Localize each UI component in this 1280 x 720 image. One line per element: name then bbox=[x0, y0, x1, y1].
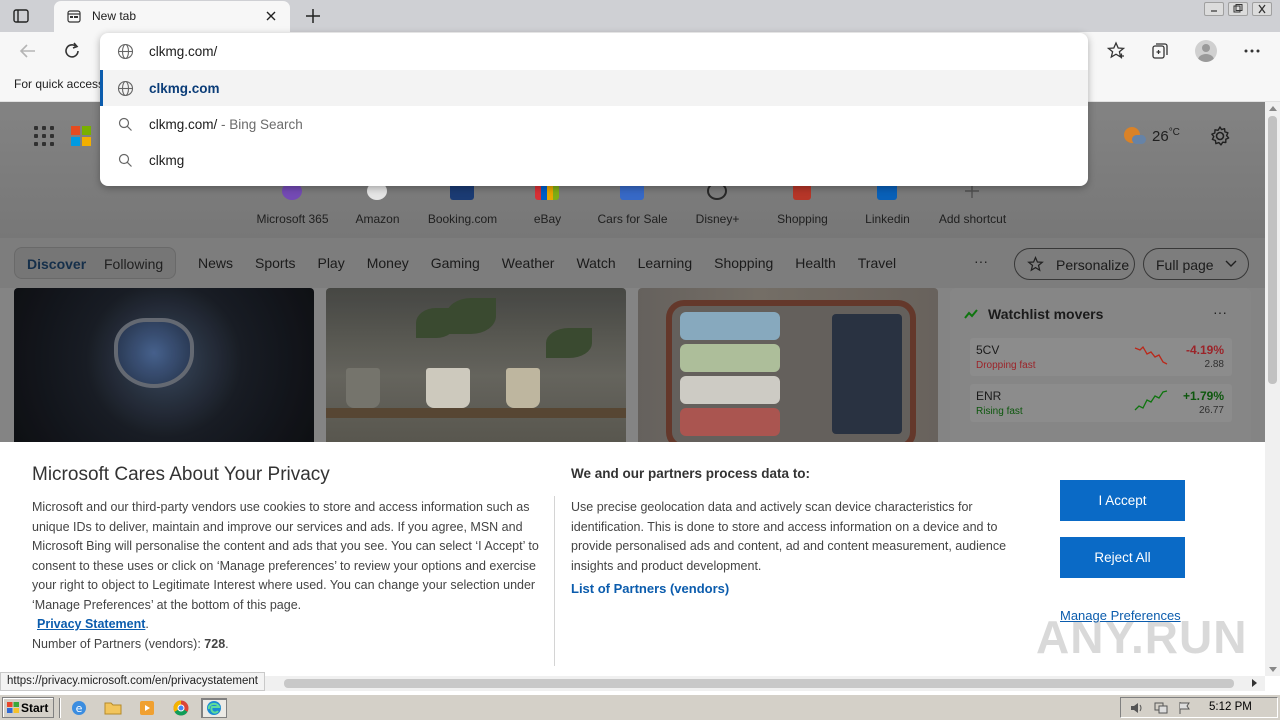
scroll-right-arrow-icon[interactable] bbox=[1252, 679, 1257, 687]
scroll-down-arrow-icon[interactable] bbox=[1269, 667, 1277, 672]
manage-preferences-link[interactable]: Manage Preferences bbox=[1060, 608, 1181, 623]
suggestion-text: clkmg.com bbox=[149, 81, 220, 96]
tab-title: New tab bbox=[92, 9, 137, 23]
network-icon[interactable] bbox=[1153, 701, 1169, 715]
partners-list-link[interactable]: List of Partners (vendors) bbox=[571, 581, 729, 596]
privacy-body: Microsoft and our third-party vendors us… bbox=[32, 498, 542, 654]
favorites-star-icon[interactable] bbox=[1106, 41, 1126, 61]
svg-text:e: e bbox=[76, 702, 83, 715]
restore-icon bbox=[1233, 4, 1243, 13]
back-arrow-icon[interactable] bbox=[18, 41, 38, 61]
status-bar-url: https://privacy.microsoft.com/en/privacy… bbox=[0, 672, 265, 691]
search-icon bbox=[118, 117, 132, 131]
collections-icon[interactable] bbox=[1150, 41, 1170, 61]
vertical-scrollbar[interactable] bbox=[1265, 102, 1280, 676]
suggestion-text: clkmg.com/ - Bing Search bbox=[149, 117, 303, 132]
volume-icon[interactable] bbox=[1129, 701, 1145, 715]
globe-icon bbox=[117, 43, 134, 60]
edge-icon[interactable] bbox=[201, 698, 227, 718]
suggestion-text: clkmg bbox=[149, 153, 185, 168]
horizontal-scroll-thumb[interactable] bbox=[284, 679, 1234, 688]
tab-new-tab[interactable]: New tab bbox=[54, 1, 290, 32]
restore-button[interactable] bbox=[1228, 2, 1248, 16]
start-button[interactable]: Start bbox=[2, 697, 54, 718]
taskbar-separator bbox=[59, 698, 61, 718]
scroll-up-arrow-icon[interactable] bbox=[1269, 106, 1277, 111]
purposes-title: We and our partners process data to: bbox=[571, 466, 811, 481]
close-tab-icon[interactable] bbox=[264, 9, 278, 23]
globe-icon bbox=[117, 80, 134, 97]
new-tab-plus-icon[interactable] bbox=[303, 6, 323, 26]
suggestion-item[interactable]: clkmg bbox=[100, 142, 1088, 178]
minimize-icon bbox=[1211, 10, 1217, 12]
windows-flag-icon bbox=[7, 702, 19, 713]
internet-explorer-icon[interactable]: e bbox=[66, 698, 92, 718]
close-window-icon bbox=[1258, 4, 1266, 14]
action-center-flag-icon[interactable] bbox=[1177, 701, 1193, 715]
new-tab-page-icon bbox=[67, 10, 81, 23]
tab-strip: New tab bbox=[0, 0, 1280, 32]
tab-actions-icon[interactable] bbox=[12, 7, 30, 25]
system-tray: 5:12 PM bbox=[1120, 697, 1278, 718]
privacy-statement-link[interactable]: Privacy Statement bbox=[37, 617, 145, 631]
purposes-body: Use precise geolocation data and activel… bbox=[571, 500, 1007, 573]
media-player-icon[interactable] bbox=[134, 698, 160, 718]
address-input-row[interactable]: clkmg.com/ bbox=[100, 33, 1088, 69]
address-bar-dropdown: clkmg.com/ clkmg.com clkmg.com/ - Bing S… bbox=[100, 33, 1088, 186]
close-window-button[interactable] bbox=[1252, 2, 1272, 16]
refresh-icon[interactable] bbox=[62, 41, 82, 61]
profile-avatar[interactable] bbox=[1195, 40, 1217, 62]
privacy-title: Microsoft Cares About Your Privacy bbox=[32, 464, 330, 485]
taskbar-clock: 5:12 PM bbox=[1209, 701, 1252, 713]
window-controls bbox=[1204, 2, 1272, 16]
privacy-divider bbox=[554, 496, 555, 666]
suggestion-item[interactable]: clkmg.com/ - Bing Search bbox=[100, 106, 1088, 142]
vertical-scroll-thumb[interactable] bbox=[1268, 116, 1277, 384]
suggestion-item[interactable]: clkmg.com bbox=[100, 70, 1088, 106]
search-icon bbox=[118, 153, 132, 167]
favorites-bar-hint: For quick access bbox=[14, 77, 105, 91]
chrome-icon[interactable] bbox=[168, 698, 194, 718]
windows-taskbar: Start e 5:12 PM bbox=[0, 694, 1280, 720]
privacy-consent-banner: Microsoft Cares About Your Privacy Micro… bbox=[0, 442, 1265, 676]
file-explorer-icon[interactable] bbox=[100, 698, 126, 718]
privacy-body-text: Microsoft and our third-party vendors us… bbox=[32, 500, 539, 612]
accept-button[interactable]: I Accept bbox=[1060, 480, 1185, 521]
reject-all-button[interactable]: Reject All bbox=[1060, 537, 1185, 578]
more-menu-icon[interactable] bbox=[1242, 41, 1262, 61]
partners-count-line: Number of Partners (vendors): 728. bbox=[32, 636, 229, 651]
minimize-button[interactable] bbox=[1204, 2, 1224, 16]
address-input[interactable]: clkmg.com/ bbox=[149, 44, 217, 59]
